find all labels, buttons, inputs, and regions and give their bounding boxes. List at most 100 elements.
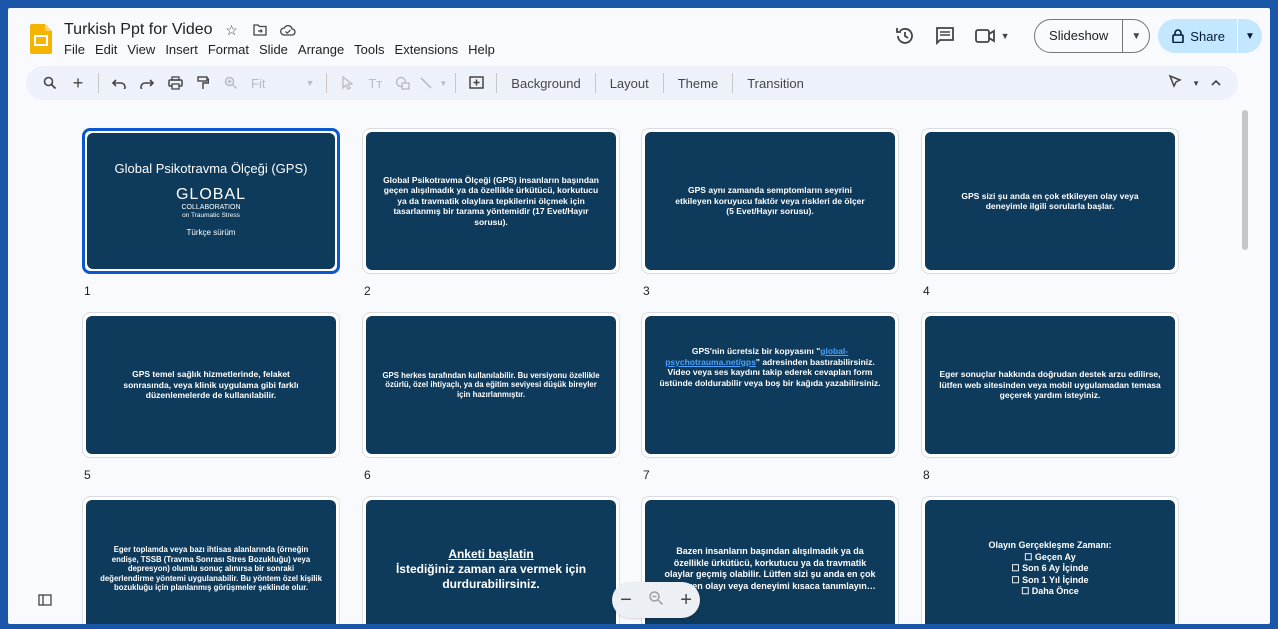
zoom-select[interactable]: Fit ▼: [245, 76, 320, 91]
paint-format-icon[interactable]: [191, 70, 215, 96]
transition-button[interactable]: Transition: [739, 76, 812, 91]
slide-thumbnail-6[interactable]: GPS herkes tarafından kullanılabilir. Bu…: [362, 312, 620, 458]
slide-content: Global Psikotravma Ölçeği (GPS) GLOBAL C…: [87, 133, 335, 269]
gc-ts-logo: GLOBAL COLLABORATION on Traumatic Stress: [175, 186, 247, 219]
menu-edit[interactable]: Edit: [95, 42, 122, 57]
insert-comment-icon[interactable]: [464, 70, 488, 96]
menu-insert[interactable]: Insert: [165, 42, 203, 57]
option-item: ☐ Son 6 Ay İçinde: [1011, 563, 1089, 574]
slide-thumbnail-10[interactable]: Anketi başlatin İstediğiniz zaman ara ve…: [362, 496, 620, 624]
slide-number: 2: [364, 284, 371, 298]
slide-content: GPS'nin ücretsiz bir kopyasını "global-p…: [645, 316, 895, 454]
slide-text: Eger toplamda veya bazı ihtisas alanları…: [86, 500, 336, 624]
select-cursor-icon[interactable]: [335, 70, 359, 96]
lock-icon: [1172, 29, 1185, 43]
star-icon[interactable]: ☆: [223, 21, 241, 39]
zoom-in-icon[interactable]: +: [680, 589, 692, 612]
share-button[interactable]: Share: [1158, 19, 1238, 53]
slide-thumbnail-3[interactable]: GPS aynı zamanda semptomların seyrini et…: [641, 128, 899, 274]
slide-grid-view: Global Psikotravma Ölçeği (GPS) GLOBAL C…: [8, 112, 1270, 624]
grid-zoom-control: − +: [612, 582, 700, 618]
toolbar-divider: [662, 73, 664, 93]
zoom-icon[interactable]: [219, 70, 243, 96]
title-row: Turkish Ppt for Video ☆: [64, 21, 297, 39]
meet-video-icon[interactable]: ▼: [972, 23, 1012, 49]
slide-thumbnail-4[interactable]: GPS sizi şu anda en çok etkileyen olay v…: [921, 128, 1179, 274]
slide-thumbnail-9[interactable]: Eger toplamda veya bazı ihtisas alanları…: [82, 496, 340, 624]
slide-number: 7: [643, 468, 650, 482]
theme-button[interactable]: Theme: [670, 76, 726, 91]
doc-title[interactable]: Turkish Ppt for Video: [64, 21, 213, 39]
slide-subtitle: Türkçe sürüm: [186, 228, 236, 237]
slide-number: 3: [643, 284, 650, 298]
slide-text-before-link: GPS'nin ücretsiz bir kopyasını ": [691, 346, 821, 356]
header-actions: ▼ Slideshow ▼ Share ▼: [892, 18, 1270, 54]
slides-app-window: Turkish Ppt for Video ☆ File Edit View I…: [8, 8, 1270, 624]
chevron-down-icon: ▼: [439, 78, 448, 88]
version-history-icon[interactable]: [892, 23, 918, 49]
menu-arrange[interactable]: Arrange: [298, 42, 349, 57]
line-icon[interactable]: ▼: [419, 70, 447, 96]
chevron-down-icon[interactable]: ▼: [1192, 79, 1200, 88]
toolbar-divider: [496, 73, 498, 93]
comments-icon[interactable]: [932, 23, 958, 49]
toolbar-divider: [326, 73, 328, 93]
redo-icon[interactable]: [135, 70, 159, 96]
toolbar-right: ▼: [1168, 74, 1238, 93]
side-panel-icon[interactable]: [38, 594, 52, 606]
share-dropdown-icon[interactable]: ▼: [1238, 31, 1262, 42]
undo-icon[interactable]: [107, 70, 131, 96]
menu-tools[interactable]: Tools: [354, 42, 389, 57]
slides-logo-icon[interactable]: [30, 24, 52, 54]
slide-content: Olayın Gerçekleşme Zamanı: ☐ Geçen Ay ☐ …: [925, 500, 1175, 624]
menu-view[interactable]: View: [127, 42, 160, 57]
print-icon[interactable]: [163, 70, 187, 96]
move-folder-icon[interactable]: [251, 21, 269, 39]
background-button[interactable]: Background: [503, 76, 588, 91]
chevron-down-icon: ▼: [1000, 31, 1010, 41]
slide-thumbnail-2[interactable]: Global Psikotravma Ölçeği (GPS) insanlar…: [362, 128, 620, 274]
option-item: ☐ Son 1 Yıl İçinde: [1011, 574, 1089, 585]
slide-thumbnail-1[interactable]: Global Psikotravma Ölçeği (GPS) GLOBAL C…: [82, 128, 340, 274]
cloud-saved-icon[interactable]: [279, 21, 297, 39]
slide-heading: Olayın Gerçekleşme Zamanı:: [988, 540, 1112, 551]
layout-button[interactable]: Layout: [602, 76, 657, 91]
slide-title: Global Psikotravma Ölçeği (GPS): [114, 160, 308, 176]
vertical-scrollbar[interactable]: [1242, 110, 1248, 250]
menu-file[interactable]: File: [64, 42, 90, 57]
slide-number: 6: [364, 468, 371, 482]
collapse-menus-icon[interactable]: [1210, 74, 1222, 92]
menu-slide[interactable]: Slide: [259, 42, 293, 57]
share-button-group: Share ▼: [1158, 19, 1262, 53]
option-item: ☐ Daha Önce: [1021, 586, 1079, 597]
slide-content: Anketi başlatin İstediğiniz zaman ara ve…: [366, 500, 616, 624]
slide-thumbnail-7[interactable]: GPS'nin ücretsiz bir kopyasını "global-p…: [641, 312, 899, 458]
share-label: Share: [1190, 28, 1225, 44]
toolbar-divider: [98, 73, 99, 93]
zoom-out-icon[interactable]: −: [620, 589, 632, 612]
menu-extensions[interactable]: Extensions: [395, 42, 464, 57]
menu-bar: File Edit View Insert Format Slide Arran…: [64, 42, 505, 57]
menu-help[interactable]: Help: [468, 42, 500, 57]
new-slide-icon[interactable]: +: [66, 70, 90, 96]
slideshow-button-group: Slideshow ▼: [1034, 19, 1151, 53]
option-item: ☐ Geçen Ay: [1024, 551, 1076, 562]
slide-thumbnail-8[interactable]: Eger sonuçlar hakkında doğrudan destek a…: [921, 312, 1179, 458]
slide-text: İstediğiniz zaman ara vermek için durdur…: [395, 561, 587, 591]
slide-thumbnail-5[interactable]: GPS temel sağlık hizmetlerinde, felaket …: [82, 312, 340, 458]
slideshow-dropdown-icon[interactable]: ▼: [1123, 31, 1149, 42]
menu-format[interactable]: Format: [208, 42, 254, 57]
slide-text: GPS herkes tarafından kullanılabilir. Bu…: [366, 316, 616, 454]
text-box-icon[interactable]: Tт: [363, 70, 387, 96]
slideshow-button[interactable]: Slideshow: [1035, 20, 1124, 52]
toolbar-divider: [594, 73, 596, 93]
zoom-reset-icon[interactable]: [648, 590, 664, 611]
chevron-down-icon: ▼: [305, 78, 315, 88]
search-menus-icon[interactable]: [38, 70, 62, 96]
slide-number: 1: [84, 284, 91, 298]
shape-icon[interactable]: [391, 70, 415, 96]
slide-number: 4: [923, 284, 930, 298]
slide-thumbnail-12[interactable]: Olayın Gerçekleşme Zamanı: ☐ Geçen Ay ☐ …: [921, 496, 1179, 624]
slide-text: Eger sonuçlar hakkında doğrudan destek a…: [925, 316, 1175, 454]
pointer-mode-icon[interactable]: [1168, 74, 1182, 93]
